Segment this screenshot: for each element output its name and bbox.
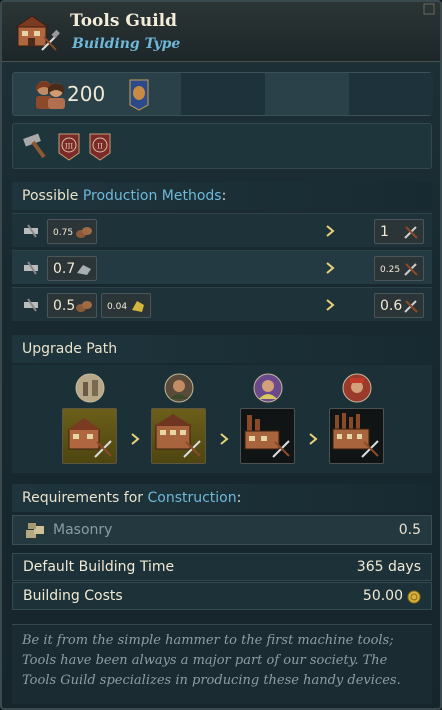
gold-icon (132, 301, 144, 312)
tier-three-badge-icon: III (58, 133, 80, 161)
workshop-building-icon (14, 15, 60, 51)
coin-icon (407, 590, 421, 604)
noble-portrait-icon (253, 373, 283, 403)
upgrade-path (12, 365, 432, 473)
production-method-row[interactable]: 0.5 0.04 0.6 (12, 287, 432, 321)
building-description: Be it from the simple hammer to the firs… (12, 624, 432, 704)
culture-segment (349, 73, 433, 115)
upgrade-stage-manufactory[interactable] (240, 408, 295, 464)
tooltip-header: Tools Guild Building Type (2, 2, 440, 62)
worker-portrait-icon (164, 373, 194, 403)
production-methods-heading: Possible Production Methods: (12, 182, 432, 210)
population-segment: 200 (13, 73, 181, 115)
output-chip: 0.25 (374, 256, 424, 281)
input-chip: 0.5 (47, 293, 97, 318)
svg-text:II: II (97, 143, 103, 151)
svg-text:III: III (65, 143, 74, 151)
requirement-row: Masonry 0.5 (12, 515, 432, 545)
pin-icon[interactable] (422, 2, 436, 16)
build-time-value: 365 days (356, 559, 421, 575)
tier-two-badge-icon: II (89, 133, 111, 161)
building-tooltip: Tools Guild Building Type 200 III II Pos… (0, 0, 442, 710)
input-chip: 0.04 (101, 293, 151, 318)
population-icon (36, 81, 65, 109)
wood-icon (76, 227, 92, 238)
build-time-label: Default Building Time (23, 559, 175, 575)
production-method-row[interactable]: 0.75 1 (12, 213, 432, 247)
guild-building-icon (154, 414, 201, 458)
input-chip: 0.75 (47, 219, 97, 244)
workforce-segment (265, 73, 349, 115)
rank-segment (181, 73, 405, 115)
requirements-heading: Requirements for Construction: (12, 484, 432, 512)
tools-icon (404, 226, 418, 239)
iron-icon (77, 265, 91, 275)
building-costs-label: Building Costs (23, 588, 123, 604)
output-chip: 0.6 (374, 293, 424, 318)
building-tags-row: III II (12, 123, 432, 169)
upgrade-stage-guild[interactable] (151, 408, 206, 464)
soldier-portrait-icon (342, 373, 372, 403)
tools-icon (404, 300, 418, 313)
workshop-building-icon (67, 418, 112, 458)
population-value: 200 (67, 82, 106, 106)
estate-banner-icon (129, 79, 149, 111)
manufactory-building-icon (244, 415, 290, 458)
building-stats-bar: 200 (12, 72, 433, 116)
hammer-icon (23, 133, 46, 159)
workshop-process-icon (24, 224, 38, 238)
workshop-process-icon (24, 298, 38, 312)
workshop-process-icon (24, 261, 38, 275)
output-arrow-icon (326, 262, 335, 274)
upgrade-arrow-icon (220, 433, 229, 445)
upgrade-arrow-icon (131, 433, 140, 445)
tools-icon (404, 263, 418, 276)
building-costs-row: Building Costs 50.00 (12, 582, 432, 610)
output-arrow-icon (326, 225, 335, 237)
input-chip: 0.7 (47, 256, 97, 281)
output-chip: 1 (374, 219, 424, 244)
building-costs-value: 50.00 (362, 588, 403, 604)
stone-blocks-icon (26, 523, 44, 538)
upgrade-path-heading: Upgrade Path (12, 335, 432, 363)
production-method-row[interactable]: 0.7 0.25 (12, 250, 432, 284)
factory-building-icon (332, 413, 379, 458)
requirement-value: 0.5 (398, 522, 421, 538)
upgrade-stage-workshop[interactable] (62, 408, 117, 464)
output-arrow-icon (326, 299, 335, 311)
upgrade-arrow-icon (309, 433, 318, 445)
building-title: Tools Guild (70, 11, 178, 31)
wood-icon (76, 301, 92, 312)
upgrade-stage-factory[interactable] (329, 408, 384, 464)
building-subtitle: Building Type (72, 36, 181, 52)
requirement-label: Masonry (53, 522, 113, 538)
culture-portrait-icon (75, 373, 105, 403)
build-time-row: Default Building Time 365 days (12, 553, 432, 581)
